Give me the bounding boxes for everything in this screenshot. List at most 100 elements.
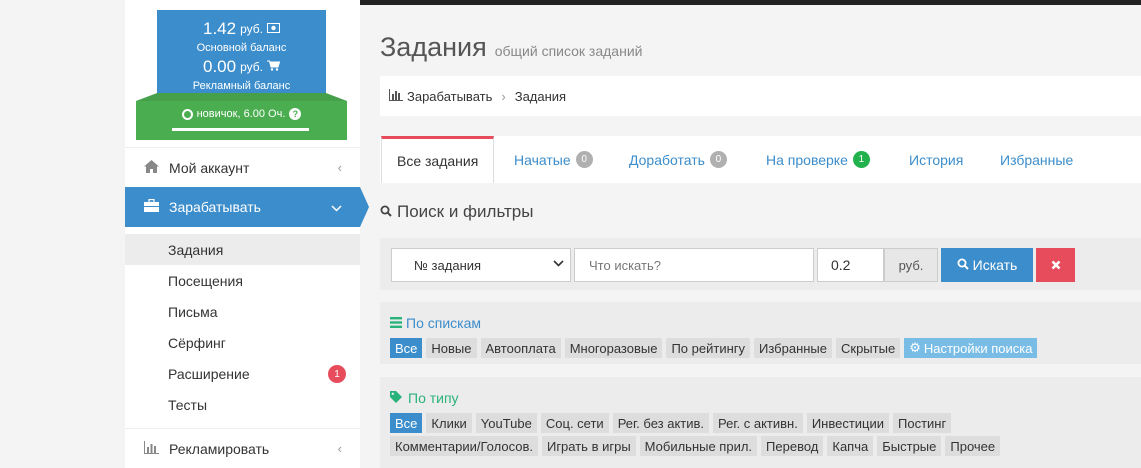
level-progress-bar — [172, 128, 309, 131]
bar-chart-icon — [141, 440, 161, 457]
list-filter-chip[interactable]: Скрытые — [836, 338, 901, 358]
type-filter-chip[interactable]: Комментарии/Голосов. — [390, 436, 538, 456]
submenu-item-visits[interactable]: Посещения — [125, 265, 360, 296]
lists-filter-panel: По спискам Все Новые Автооплата Многоразовы… — [380, 302, 1141, 364]
price-unit-addon: руб. — [884, 248, 938, 282]
type-filter-chip[interactable]: Постинг — [893, 413, 952, 433]
type-filter-chip[interactable]: Клики — [426, 413, 472, 433]
type-filter-chip[interactable]: Перевод — [761, 436, 824, 456]
type-filter-chip[interactable]: Соц. сети — [540, 413, 609, 433]
tab-under-review[interactable]: На проверке 1 — [766, 136, 870, 183]
min-price-input[interactable]: 0.2 — [817, 248, 884, 282]
tab-favorites[interactable]: Избранные — [1000, 136, 1073, 183]
type-filter-chip[interactable]: Инвестиции — [806, 413, 890, 433]
ad-balance-label: Рекламный баланс — [192, 80, 291, 92]
filters-heading: Поиск и фильтры — [380, 202, 533, 222]
list-filter-chip[interactable]: Все — [390, 338, 423, 358]
tab-rework[interactable]: Доработать 0 — [629, 136, 727, 183]
nav-advertise-label: Рекламировать — [169, 440, 270, 457]
type-filter-chip[interactable]: Прочее — [945, 436, 1001, 456]
level-circle-icon — [181, 108, 193, 120]
page-header: Задания общий список заданий — [380, 32, 642, 63]
chevron-down-icon — [331, 200, 342, 215]
sidebar: 1.42 руб. Основной баланс 0.00 руб. Рекл… — [125, 0, 369, 468]
search-button[interactable]: Искать — [941, 248, 1033, 282]
top-bar — [360, 0, 1141, 5]
type-filter-panel: По типу Все Клики YouTube Соц. сети Рег. без… — [380, 377, 1141, 468]
search-icon — [957, 257, 969, 273]
tabs-bar: Все задания Начатые 0 Доработать 0 На пр… — [380, 136, 1141, 183]
started-count-badge: 0 — [575, 151, 593, 168]
page-title: Задания — [380, 32, 487, 62]
briefcase-icon — [141, 198, 161, 215]
list-filter-chip[interactable]: Избранные — [754, 338, 832, 358]
main-balance-label: Основной баланс — [196, 42, 287, 54]
submenu-item-surfing[interactable]: Сёрфинг — [125, 327, 360, 358]
type-panel-title: По типу — [408, 390, 459, 406]
home-icon — [141, 159, 161, 176]
breadcrumb: Зарабатывать › Задания — [380, 76, 1141, 116]
lists-chip-group: Все Новые Автооплата Многоразовые По рейтинг… — [390, 338, 1080, 358]
level-panel: новичок, 6.00 Оч. ? — [136, 101, 347, 140]
main-balance-amount: 1.42 — [203, 19, 237, 38]
nav-earn[interactable]: Зарабатывать — [125, 187, 360, 227]
type-chip-group: Все Клики YouTube Соц. сети Рег. без актив. Р… — [390, 413, 1080, 456]
bar-chart-icon — [389, 88, 403, 104]
submenu-item-tasks[interactable]: Задания — [125, 234, 360, 265]
type-filter-chip[interactable]: Мобильные прил. — [639, 436, 758, 456]
nav-earn-label: Зарабатывать — [169, 199, 261, 215]
tab-started[interactable]: Начатые 0 — [514, 136, 593, 183]
filters-title: Поиск и фильтры — [397, 202, 534, 221]
list-icon — [390, 315, 402, 331]
level-ribbon — [136, 93, 347, 101]
help-icon[interactable]: ? — [289, 108, 302, 120]
submenu-item-extension[interactable]: Расширение 1 — [125, 358, 360, 389]
page-subtitle: общий список заданий — [494, 43, 643, 59]
money-icon — [266, 22, 280, 36]
tab-all-tasks[interactable]: Все задания — [381, 136, 495, 183]
breadcrumb-separator-icon: › — [501, 88, 506, 104]
review-count-badge: 1 — [852, 151, 870, 168]
earn-submenu: Задания Посещения Письма Сёрфинг Расшире… — [125, 234, 360, 420]
submenu-item-tests[interactable]: Тесты — [125, 389, 360, 420]
ad-balance-amount: 0.00 — [203, 57, 237, 76]
lists-panel-title: По спискам — [406, 315, 481, 331]
chevron-left-icon: ‹ — [337, 441, 342, 456]
nav-my-account-label: Мой аккаунт — [169, 159, 250, 176]
extension-count-badge: 1 — [328, 365, 346, 383]
cart-icon — [266, 60, 281, 74]
close-icon — [1051, 257, 1061, 273]
nav-advertise[interactable]: Рекламировать ‹ — [125, 428, 360, 468]
search-bar: № задания Что искать? 0.2 руб. Искать — [380, 238, 1141, 290]
list-filter-chip[interactable]: Новые — [426, 338, 477, 358]
chevron-down-icon — [553, 258, 564, 270]
type-filter-chip[interactable]: YouTube — [475, 413, 537, 433]
type-filter-chip[interactable]: Быстрые — [877, 436, 942, 456]
breadcrumb-root-link[interactable]: Зарабатывать — [407, 89, 492, 104]
type-filter-chip[interactable]: Капча — [827, 436, 874, 456]
tags-icon — [390, 390, 404, 406]
main-balance-unit: руб. — [240, 22, 263, 36]
level-text: новичок, 6.00 Оч. — [196, 108, 286, 120]
balance-panel: 1.42 руб. Основной баланс 0.00 руб. Рекл… — [157, 10, 326, 101]
type-filter-chip[interactable]: Рег. без актив. — [612, 413, 710, 433]
nav-my-account[interactable]: Мой аккаунт ‹ — [125, 147, 360, 187]
type-filter-chip[interactable]: Играть в игры — [541, 436, 636, 456]
search-query-input[interactable]: Что искать? — [574, 248, 814, 282]
list-filter-chip[interactable]: Многоразовые — [564, 338, 663, 358]
type-filter-chip[interactable]: Все — [390, 413, 423, 433]
search-settings-button[interactable]: ⚙ Настройки поиска — [904, 338, 1038, 358]
ad-balance-unit: руб. — [240, 60, 263, 74]
breadcrumb-current: Задания — [514, 88, 567, 104]
chevron-left-icon: ‹ — [337, 160, 342, 175]
submenu-item-letters[interactable]: Письма — [125, 296, 360, 327]
clear-filters-button[interactable] — [1036, 248, 1075, 282]
rework-count-badge: 0 — [709, 151, 727, 168]
active-nav-pointer — [360, 187, 369, 227]
cogs-icon: ⚙ — [909, 340, 921, 355]
tab-history[interactable]: История — [909, 136, 963, 183]
search-field-select[interactable]: № задания — [391, 248, 571, 282]
list-filter-chip[interactable]: По рейтингу — [666, 338, 750, 358]
type-filter-chip[interactable]: Рег. с активн. — [713, 413, 803, 433]
list-filter-chip[interactable]: Автооплата — [480, 338, 561, 358]
